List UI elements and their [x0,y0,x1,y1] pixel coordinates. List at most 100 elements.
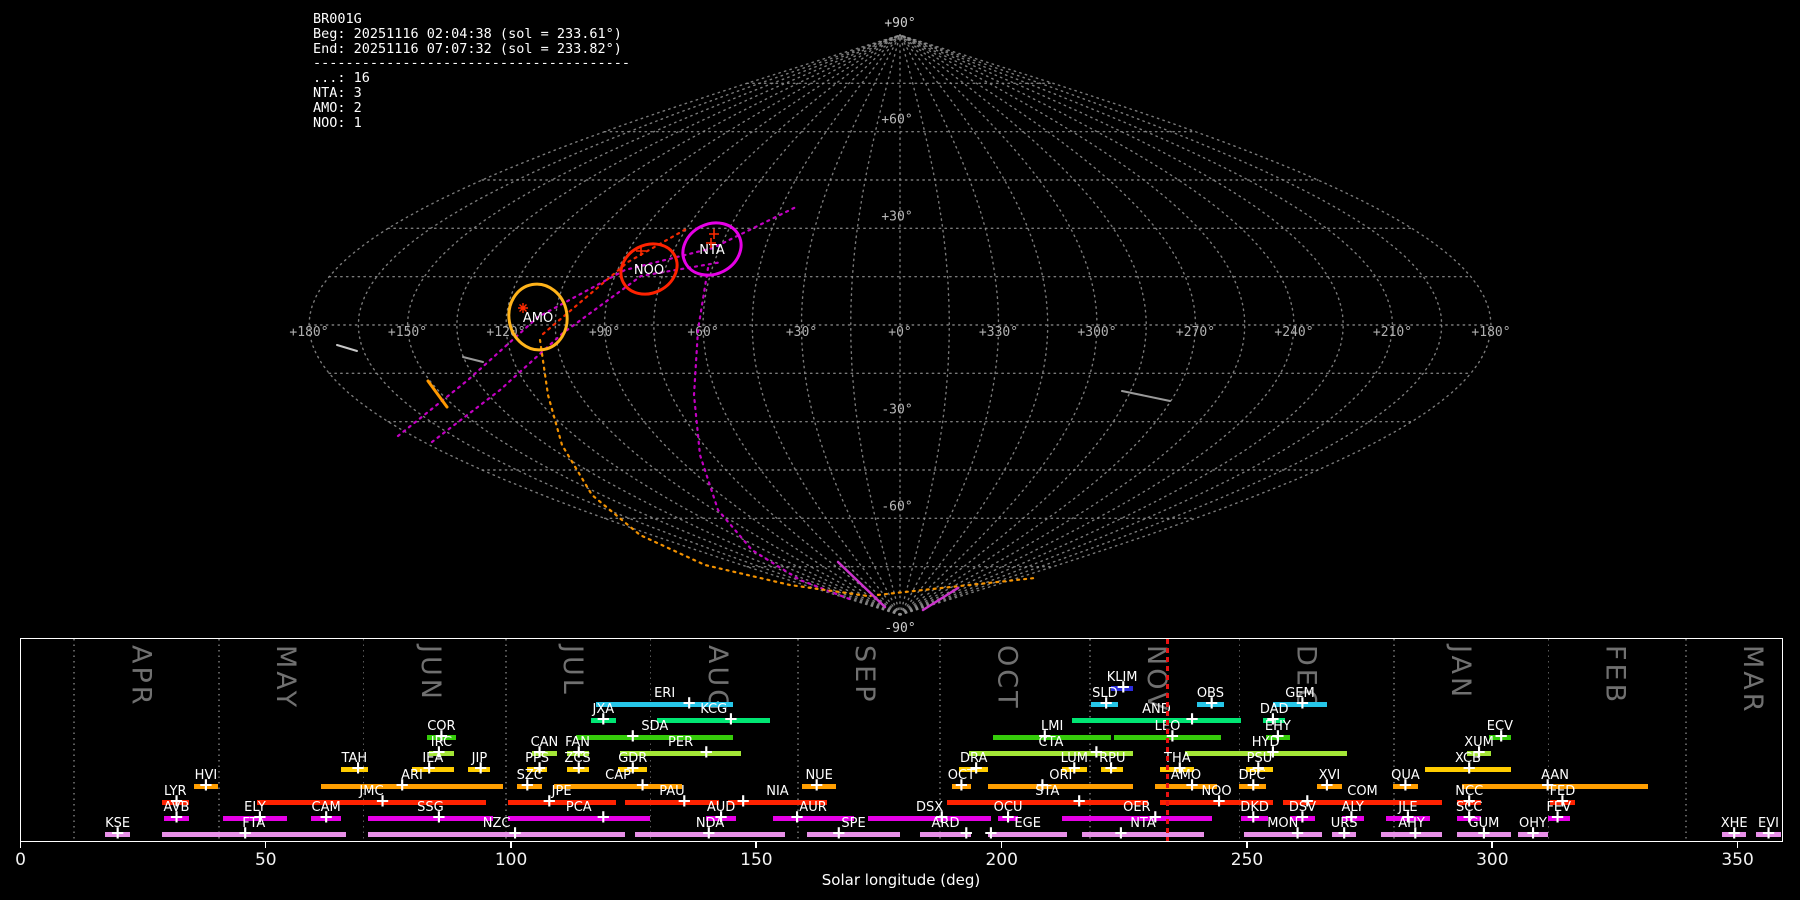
lon-label: +180° [1471,325,1510,340]
month-boundary-aug [649,639,652,841]
lat-label: +30° [881,209,912,224]
shower-label-ard: ARD [931,816,960,831]
shower-label-sta: STA [1035,784,1060,799]
shower-bar-spe [806,831,901,837]
shower-peak-xcb: + [1461,757,1477,779]
shower-label-nia: NIA [766,784,789,799]
x-tick-300 [1491,842,1493,848]
shower-bar-mon [1243,831,1323,837]
shower-peak-jmc: + [374,790,391,812]
shower-peak-nia: + [735,790,751,812]
shower-peak-iea: + [421,757,437,779]
shower-peak-ssg: + [431,806,447,828]
shower-peak-noo: + [1211,790,1227,812]
month-label-oct: OCT [991,645,1023,711]
lon-label: +210° [1373,325,1412,340]
meteor-segment [1121,390,1171,402]
month-label-sep: SEP [849,645,881,705]
meteor-segment [336,344,358,352]
x-tick-200 [1000,842,1003,848]
shower-peak-sld: + [1098,692,1114,714]
shower-peak-hvi: + [198,774,214,796]
shower-peak-ege: + [983,822,999,844]
x-tick-0 [19,842,21,848]
shower-peak-nta: + [1113,822,1129,844]
shower-bar-ari [321,783,503,789]
shower-peak-ari: + [394,774,410,796]
shower-peak-ahy: + [1407,822,1423,844]
month-label-jan: JAN [1445,645,1477,701]
shower-peak-mon: + [1289,822,1306,844]
x-tick-label-250: 250 [1230,850,1264,870]
activity-timeline: Solar longitude (deg) APR MAY JUN JUL AUG SEP… [15,638,1783,900]
radiant-skymap: +90° -90° +60° +30° -30° -60° +180° +150° +120° +… [289,16,1510,636]
month-label-may: MAY [270,645,302,711]
shower-label-oer: OER [1123,800,1151,815]
lat-label: -30° [881,403,912,418]
shower-peak-oct: + [953,774,969,796]
shower-label-com: COM [1347,784,1378,799]
lon-label: +150° [388,325,427,340]
x-tick-label-150: 150 [740,850,773,870]
shower-label-sda: SDA [641,719,669,734]
shower-peak-klim: + [1115,676,1131,698]
shower-peak-pca: + [595,806,611,828]
lon-label: +30° [786,325,817,340]
lon-label: +180° [289,325,328,340]
x-axis-title: Solar longitude (deg) [821,871,981,889]
shower-bar-sda [576,734,734,740]
shower-peak-nue: + [809,774,825,796]
x-tick-label-0: 0 [15,850,26,870]
month-boundary-mar [1685,639,1687,841]
shower-peak-spe: + [831,822,847,844]
shower-peak-evi: + [1760,822,1777,844]
shower-bar-ori [988,783,1134,789]
month-label-jun: JUN [414,645,446,702]
month-boundary-apr [73,639,75,841]
month-label-jul: JUL [557,645,589,697]
meteor-star-marker [518,303,528,313]
lon-label: +270° [1176,325,1215,340]
shower-peak-fev: + [1549,806,1566,828]
shower-peak-amo: + [1184,774,1200,796]
x-tick-250 [1246,842,1248,848]
x-tick-label-200: 200 [985,850,1018,870]
shower-peak-xvi: + [1319,774,1335,796]
shower-peak-urs: + [1336,822,1352,844]
shower-peak-sda: + [625,725,641,747]
lon-label: +60° [687,325,718,340]
month-label-mar: MAR [1737,645,1769,715]
meteor-plus-marker [709,229,719,239]
current-sol-line [1166,639,1169,841]
shower-label-per: PER [668,735,694,750]
shower-peak-xhe: + [1726,822,1742,844]
pole-label-south: -90° [884,621,915,636]
month-boundary-nov [1089,639,1091,841]
shower-peak-tah: + [350,757,366,779]
shower-label-cta: CTA [1038,735,1064,750]
x-tick-50 [264,842,267,848]
x-tick-label-350: 350 [1721,850,1754,870]
shower-label-eri: ERI [654,686,676,701]
shower-label-cap: CAP [605,768,631,783]
shower-peak-kse: + [110,822,126,844]
shower-peak-cap: + [635,774,651,796]
x-tick-350 [1736,842,1739,848]
shower-label-ori: ORI [1049,768,1073,783]
shower-peak-avb: + [168,806,185,828]
app-canvas: { "header": { "station": "BR001G", "line… [0,0,1800,900]
lon-label: +120° [486,325,525,340]
month-label-feb: FEB [1599,645,1631,706]
x-tick-label-100: 100 [494,850,528,870]
shower-bar-ssg [367,815,493,821]
shower-peak-and: + [1184,708,1200,730]
shower-peak-pau: + [676,790,692,812]
shower-peak-eri: + [681,692,697,714]
x-tick-label-300: 300 [1476,850,1509,870]
shower-peak-dpc: + [1245,774,1261,796]
shower-peak-cam: + [318,806,334,828]
radiant-label-noo: NOO [634,263,664,278]
shower-bar-pca [507,815,650,821]
month-boundary-jul [505,639,507,841]
shower-label-ege: EGE [1014,816,1041,831]
